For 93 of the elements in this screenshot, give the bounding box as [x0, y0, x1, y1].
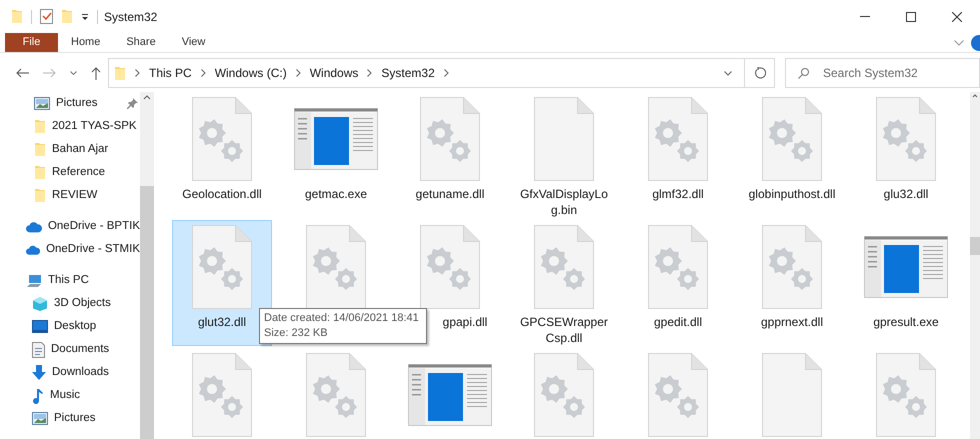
back-arrow-icon[interactable]: [16, 68, 29, 78]
help-icon[interactable]: [970, 34, 980, 50]
breadcrumb-chevron-icon[interactable]: [135, 69, 140, 77]
chevron-down-icon[interactable]: [724, 70, 732, 76]
picture-icon: [34, 97, 50, 110]
desktop-icon: [32, 320, 48, 333]
sidebar-item[interactable]: Documents: [0, 338, 140, 361]
sidebar-label: Reference: [52, 164, 106, 180]
file-name: Geolocation.dll: [181, 186, 263, 202]
sidebar-label: Documents: [51, 342, 110, 357]
sidebar-scrollbar[interactable]: [140, 92, 154, 439]
picture-icon: [32, 412, 48, 425]
sidebar-label: Desktop: [54, 318, 96, 334]
window-title: System32: [104, 8, 158, 26]
file-name: getuname.dll: [414, 186, 486, 202]
sidebar-item[interactable]: 2021 TYAS-SPK: [0, 115, 140, 138]
cloud-icon: [26, 220, 42, 232]
scrollbar-thumb[interactable]: [970, 237, 980, 255]
document-icon: [32, 342, 45, 358]
search-field[interactable]: Search System32: [785, 58, 980, 88]
file-name: gpprnext.dll: [760, 314, 824, 330]
search-input[interactable]: Search System32: [823, 64, 973, 82]
sidebar-label: OneDrive - STMIK: [46, 242, 140, 257]
sidebar-item[interactable]: Bahan Ajar: [0, 138, 140, 161]
scroll-up-icon[interactable]: [970, 92, 980, 100]
settings-file-icon: [192, 225, 252, 309]
ribbon-tab[interactable]: Home: [58, 33, 114, 52]
breadcrumb-chevron-icon[interactable]: [444, 69, 449, 77]
file-name: gpresult.exe: [872, 314, 940, 330]
sidebar-label: Downloads: [52, 364, 109, 380]
sidebar-item[interactable]: Music: [0, 384, 140, 407]
ribbon-tab[interactable]: Share: [113, 33, 169, 52]
folder-icon: [11, 9, 23, 24]
minimize-icon: [860, 16, 870, 17]
sidebar-item[interactable]: This PC: [0, 269, 140, 292]
recent-chevron-icon[interactable]: [70, 71, 77, 75]
folder-icon: [34, 119, 46, 134]
sidebar-item[interactable]: 3D Objects: [0, 292, 140, 315]
breadcrumb-chevron-icon[interactable]: [296, 69, 301, 77]
chevron-down-icon[interactable]: [954, 40, 964, 46]
file-name: gpedit.dll: [652, 314, 704, 330]
sidebar-label: 2021 TYAS-SPK: [52, 118, 137, 134]
sidebar-item[interactable]: Pictures: [0, 92, 140, 115]
download-arrow-icon: [32, 365, 46, 380]
folder-icon: [114, 66, 126, 80]
sidebar-label: REVIEW: [52, 188, 98, 203]
file-name: getmac.exe: [304, 186, 368, 202]
cube-icon: [32, 296, 48, 312]
refresh-icon: [754, 67, 766, 79]
content-scrollbar[interactable]: [970, 92, 980, 439]
sidebar-label: Pictures: [56, 96, 98, 111]
sidebar-item[interactable]: Desktop: [0, 315, 140, 338]
sidebar-item[interactable]: Downloads: [0, 361, 140, 384]
sidebar-item[interactable]: Reference: [0, 161, 140, 184]
properties-icon[interactable]: [40, 9, 53, 24]
file-name: gpapi.dll: [442, 314, 488, 330]
sidebar-item[interactable]: Pictures: [0, 407, 140, 430]
sidebar-label: 3D Objects: [54, 296, 111, 311]
sidebar-item[interactable]: OneDrive - STMIK: [0, 238, 140, 261]
dropdown-icon[interactable]: [81, 12, 89, 20]
file-tab[interactable]: File: [5, 33, 58, 52]
sidebar-item[interactable]: REVIEW: [0, 184, 140, 207]
sidebar-label: OneDrive - BPTIK: [48, 218, 140, 234]
file-name: GfxValDisplayLog.bin: [519, 186, 609, 218]
close-icon: [952, 12, 962, 22]
breadcrumb[interactable]: Windows (C:): [214, 64, 287, 82]
sidebar-item[interactable]: OneDrive - BPTIK: [0, 215, 140, 238]
file-name: glmf32.dll: [651, 186, 705, 202]
file-name: GPCSEWrapperCsp.dll: [519, 314, 609, 346]
folder-icon: [34, 165, 46, 180]
file-name: globinputhost.dll: [748, 186, 836, 202]
breadcrumb[interactable]: Windows: [310, 64, 358, 82]
sidebar-label: Music: [50, 388, 80, 403]
computer-icon: [26, 274, 42, 288]
sidebar-label: Pictures: [54, 410, 96, 426]
breadcrumb[interactable]: This PC: [149, 64, 192, 82]
breadcrumb-chevron-icon[interactable]: [200, 69, 206, 77]
sidebar-label: Bahan Ajar: [52, 142, 108, 157]
folder-icon: [34, 142, 46, 157]
new-folder-icon: [61, 9, 73, 24]
maximize-icon: [906, 12, 916, 22]
folder-icon: [34, 188, 46, 203]
music-note-icon: [32, 388, 44, 404]
breadcrumb-chevron-icon[interactable]: [367, 69, 372, 77]
sidebar-label: This PC: [48, 272, 89, 288]
ribbon-tab[interactable]: View: [168, 33, 218, 52]
up-arrow-icon[interactable]: [91, 66, 101, 80]
cloud-icon: [26, 244, 40, 256]
address-bar[interactable]: This PC Windows (C:) Windows System32: [108, 58, 775, 88]
breadcrumb[interactable]: System32: [381, 64, 435, 82]
search-icon: [798, 68, 809, 78]
file-name: glu32.dll: [882, 186, 930, 202]
scrollbar-thumb[interactable]: [140, 186, 154, 439]
